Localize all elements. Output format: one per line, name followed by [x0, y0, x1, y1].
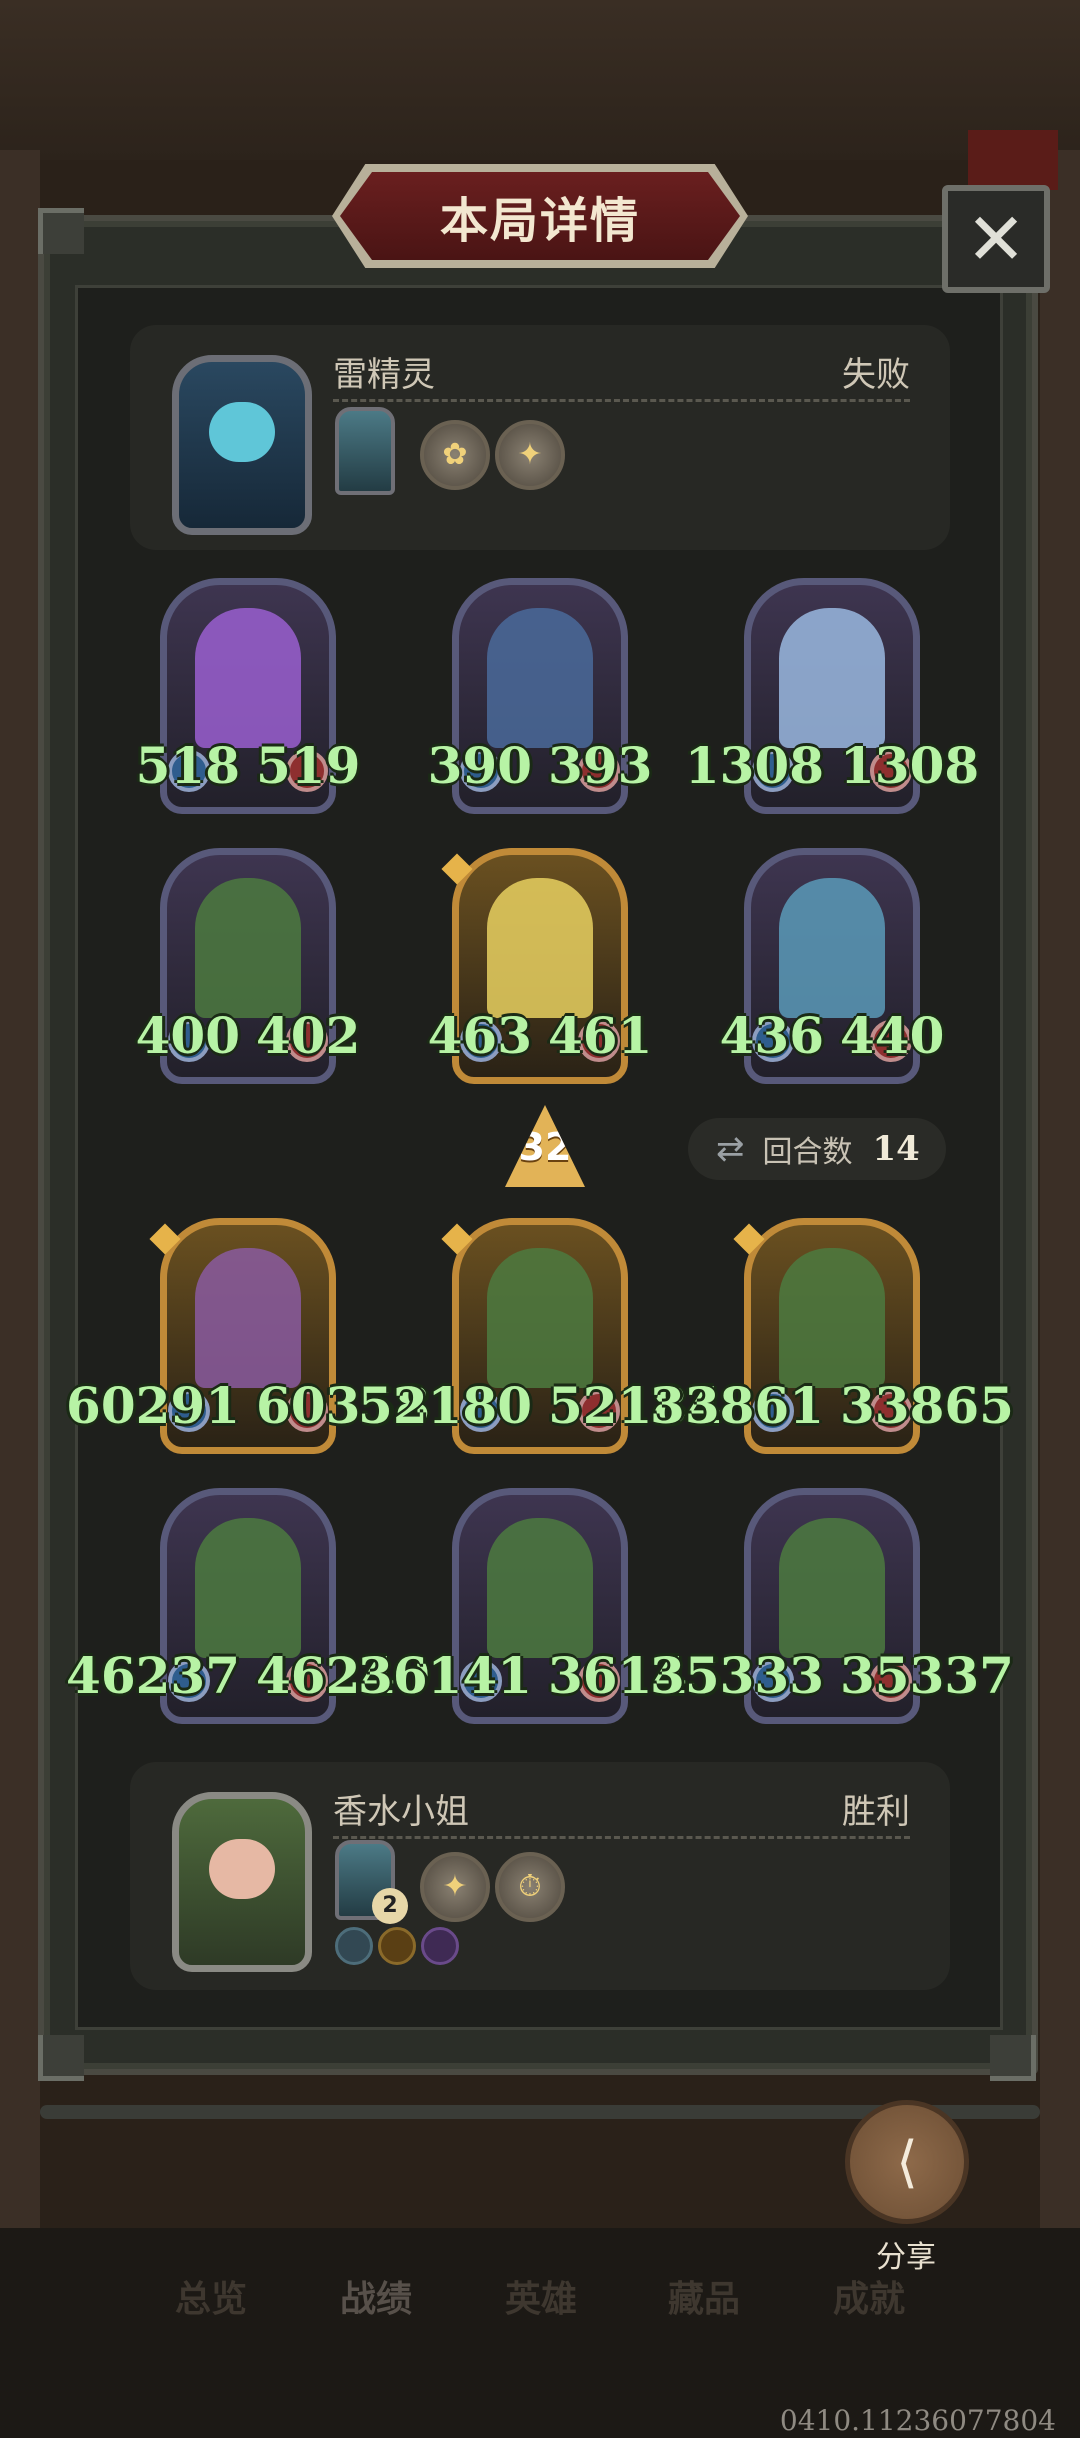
- unit-card[interactable]: 35333 35337: [650, 1488, 1014, 1724]
- background-left: [0, 150, 40, 2250]
- unit-card[interactable]: 60291 60358: [66, 1218, 430, 1454]
- unit-health: 393: [548, 736, 653, 795]
- unit-attack: 390: [427, 736, 532, 795]
- unit-card[interactable]: 518 519: [136, 578, 360, 814]
- background-top: [0, 0, 1080, 160]
- unit-card[interactable]: 36141 36145: [358, 1488, 722, 1724]
- share-button[interactable]: ⟨: [845, 2100, 969, 2224]
- unit-attack: 46237: [66, 1646, 240, 1705]
- unit-portrait: [487, 878, 593, 1018]
- unit-card[interactable]: 1308 1308: [685, 578, 979, 814]
- divider: [333, 1836, 910, 1839]
- page-title: 本局详情: [439, 193, 640, 249]
- tab-3[interactable]: 藏品: [668, 2270, 740, 2322]
- unit-portrait: [195, 878, 301, 1018]
- unit-portrait: [487, 608, 593, 748]
- unit-portrait: [195, 1518, 301, 1658]
- swap-icon: ⇄: [716, 1129, 745, 1169]
- share-label: 分享: [876, 2240, 936, 2275]
- unit-portrait: [195, 1248, 301, 1388]
- round-value: 14: [872, 1129, 920, 1169]
- opponent-avatar: [172, 355, 312, 535]
- relic-icon[interactable]: ✦: [420, 1852, 490, 1922]
- unit-health: 33865: [840, 1376, 1014, 1435]
- hero-power-icon[interactable]: [335, 407, 395, 495]
- unit-card[interactable]: 33861 33865: [650, 1218, 1014, 1454]
- tab-2[interactable]: 英雄: [505, 2270, 577, 2322]
- close-button[interactable]: ✕: [942, 185, 1050, 293]
- unit-portrait: [487, 1518, 593, 1658]
- player-card: 香水小姐 胜利 2 ✦ ⏱: [130, 1762, 950, 1990]
- unit-card[interactable]: 52180 52184: [358, 1218, 722, 1454]
- relic-icon[interactable]: ✦: [495, 420, 565, 490]
- frame-corner: [38, 208, 84, 254]
- frame-corner: [990, 2035, 1036, 2081]
- unit-card[interactable]: 436 440: [720, 848, 944, 1084]
- unit-attack: 35333: [650, 1646, 824, 1705]
- sword-icon[interactable]: [335, 1927, 373, 1965]
- opponent-card: 雷精灵 失败 ✿ ✦: [130, 325, 950, 550]
- background-right: [1040, 150, 1080, 2250]
- rune-icon[interactable]: [378, 1927, 416, 1965]
- opponent-result: 失败: [842, 355, 910, 395]
- player-avatar: [172, 1792, 312, 1972]
- close-icon: ✕: [965, 197, 1027, 281]
- player-result: 胜利: [842, 1792, 910, 1832]
- unit-attack: 1308: [684, 736, 824, 795]
- unit-portrait: [195, 608, 301, 748]
- unit-attack: 463: [427, 1006, 532, 1065]
- round-label: 回合数: [762, 1135, 853, 1170]
- version-text: 0410.11236077804: [779, 2404, 1056, 2437]
- unit-health: 402: [256, 1006, 361, 1065]
- unit-health: 440: [840, 1006, 945, 1065]
- unit-attack: 36141: [358, 1646, 532, 1705]
- relic-icon[interactable]: ✿: [420, 420, 490, 490]
- unit-attack: 33861: [650, 1376, 824, 1435]
- unit-card[interactable]: 400 402: [136, 848, 360, 1084]
- frame-corner: [38, 2035, 84, 2081]
- unit-card[interactable]: 46237 46240: [66, 1488, 430, 1724]
- unit-attack: 518: [135, 736, 240, 795]
- unit-attack: 436: [719, 1006, 824, 1065]
- unit-portrait: [779, 608, 885, 748]
- unit-health: 461: [548, 1006, 653, 1065]
- title-plaque: 本局详情: [340, 172, 740, 260]
- tab-1[interactable]: 战绩: [340, 2270, 412, 2322]
- unit-attack: 52180: [358, 1376, 532, 1435]
- opponent-name: 雷精灵: [333, 355, 435, 395]
- unit-portrait: [487, 1248, 593, 1388]
- unit-card[interactable]: 390 393: [428, 578, 652, 814]
- unit-portrait: [779, 1518, 885, 1658]
- divider: [333, 399, 910, 402]
- unit-health: 1308: [840, 736, 980, 795]
- gear-icon[interactable]: [421, 1927, 459, 1965]
- round-counter: ⇄ 回合数 14: [688, 1118, 946, 1180]
- relic-icon[interactable]: ⏱: [495, 1852, 565, 1922]
- tab-0[interactable]: 总览: [175, 2270, 247, 2322]
- unit-attack: 60291: [66, 1376, 240, 1435]
- share-icon: ⟨: [896, 2129, 918, 2195]
- banner-flag: [968, 130, 1058, 190]
- unit-attack: 400: [135, 1006, 240, 1065]
- unit-card[interactable]: 463 461: [428, 848, 652, 1084]
- unit-health: 35337: [840, 1646, 1014, 1705]
- hero-power-badge: 2: [372, 1888, 408, 1924]
- unit-portrait: [779, 1248, 885, 1388]
- unit-health: 519: [256, 736, 361, 795]
- player-name: 香水小姐: [333, 1792, 469, 1832]
- tab-4[interactable]: 成就: [833, 2270, 905, 2322]
- unit-portrait: [779, 878, 885, 1018]
